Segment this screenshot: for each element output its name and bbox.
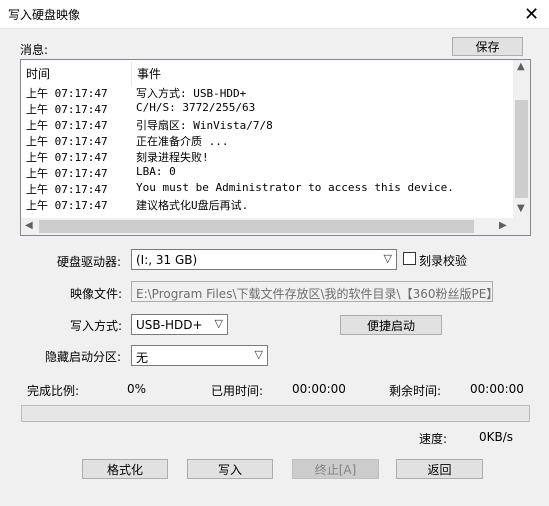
message-rows: 上午 07:17:47 写入方式: USB-HDD+ 上午 07:17:47 C/H/…	[21, 85, 513, 220]
list-item[interactable]: 上午 07:17:47 LBA: 0	[21, 165, 511, 181]
list-item[interactable]: 上午 07:17:47 建议格式化U盘后再试.	[21, 197, 511, 213]
message-time: 上午 07:17:47	[26, 103, 108, 116]
message-time: 上午 07:17:47	[26, 87, 108, 100]
message-time: 上午 07:17:47	[26, 199, 108, 212]
list-item[interactable]: 上午 07:17:47 刻录进程失败!	[21, 149, 511, 165]
message-event: 正在准备介质 ...	[136, 135, 229, 148]
close-icon[interactable]: ✕	[514, 0, 549, 28]
list-item[interactable]: 上午 07:17:47 写入方式: USB-HDD+	[21, 85, 511, 101]
format-button[interactable]: 格式化	[82, 459, 168, 479]
abort-button[interactable]: 终止[A]	[292, 459, 379, 479]
elapsed-label: 已用时间:	[211, 384, 264, 398]
column-divider[interactable]	[131, 62, 132, 86]
progress-bar	[21, 405, 530, 422]
window-title: 写入硬盘映像	[8, 8, 81, 22]
speed-label: 速度:	[419, 432, 448, 446]
write-mode-label: 写入方式:	[70, 319, 123, 333]
column-header-event[interactable]: 事件	[137, 65, 161, 82]
save-button[interactable]: 保存	[452, 37, 523, 56]
messages-label: 消息:	[20, 43, 49, 57]
scroll-left-icon[interactable]: ◀	[25, 220, 33, 231]
chevron-down-icon: ▽	[383, 252, 392, 265]
image-file-field[interactable]: E:\Program Files\下载文件存放区\我的软件目录\【360粉丝版P…	[131, 281, 493, 302]
message-event: LBA: 0	[136, 165, 176, 178]
column-header-time[interactable]: 时间	[26, 65, 50, 82]
complete-label: 完成比例:	[27, 384, 80, 398]
write-mode-value: USB-HDD+	[136, 318, 203, 332]
scroll-up-icon[interactable]: ▲	[517, 61, 525, 72]
message-event: 刻录进程失败!	[136, 151, 209, 164]
message-event: 建议格式化U盘后再试.	[136, 199, 249, 212]
hidden-partition-value: 无	[136, 351, 149, 365]
remaining-value: 00:00:00	[470, 382, 524, 396]
horizontal-scroll-thumb[interactable]	[39, 220, 474, 233]
message-list[interactable]: 时间 事件 上午 07:17:47 写入方式: USB-HDD+ 上午 07:17:…	[20, 59, 531, 236]
message-time: 上午 07:17:47	[26, 119, 108, 132]
message-event: 写入方式: USB-HDD+	[136, 87, 247, 100]
list-item[interactable]: 上午 07:17:47 引导扇区: WinVista/7/8	[21, 117, 511, 133]
quick-boot-button[interactable]: 便捷启动	[340, 315, 442, 335]
chevron-down-icon: ▽	[214, 317, 223, 330]
message-event: C/H/S: 3772/255/63	[136, 101, 256, 114]
image-file-value: E:\Program Files\下载文件存放区\我的软件目录\【360粉丝版P…	[136, 287, 493, 301]
verify-checkbox[interactable]	[403, 252, 416, 265]
speed-value: 0KB/s	[479, 430, 514, 444]
message-time: 上午 07:17:47	[26, 151, 108, 164]
drive-select[interactable]: (I:, 31 GB) ▽	[131, 249, 397, 270]
message-time: 上午 07:17:47	[26, 167, 108, 180]
drive-value: (I:, 31 GB)	[136, 253, 198, 267]
scroll-down-icon[interactable]: ▼	[517, 203, 525, 214]
remaining-label: 剩余时间:	[389, 384, 442, 398]
elapsed-value: 00:00:00	[292, 382, 346, 396]
back-button[interactable]: 返回	[396, 459, 483, 479]
write-mode-select[interactable]: USB-HDD+ ▽	[131, 314, 228, 335]
hidden-partition-select[interactable]: 无 ▽	[131, 345, 268, 366]
vertical-scrollbar[interactable]: ▲ ▼	[513, 60, 530, 219]
chevron-down-icon: ▽	[254, 348, 263, 361]
scroll-corner	[513, 218, 530, 235]
list-item[interactable]: 上午 07:17:47 You must be Administrator to …	[21, 181, 511, 197]
list-item[interactable]: 上午 07:17:47 C/H/S: 3772/255/63	[21, 101, 511, 117]
complete-value: 0%	[127, 382, 147, 396]
vertical-scroll-thumb[interactable]	[515, 100, 528, 198]
drive-label: 硬盘驱动器:	[57, 255, 122, 269]
scroll-right-icon[interactable]: ▶	[499, 220, 507, 231]
message-time: 上午 07:17:47	[26, 135, 108, 148]
write-button[interactable]: 写入	[187, 459, 273, 479]
list-item[interactable]: 上午 07:17:47 正在准备介质 ...	[21, 133, 511, 149]
verify-label[interactable]: 刻录校验	[419, 252, 467, 269]
message-event: 引导扇区: WinVista/7/8	[136, 119, 273, 132]
image-file-label: 映像文件:	[70, 287, 123, 301]
list-header: 时间 事件	[21, 60, 513, 86]
hidden-partition-label: 隐藏启动分区:	[45, 350, 122, 364]
message-event: You must be Administrator to access this…	[136, 181, 454, 194]
message-time: 上午 07:17:47	[26, 183, 108, 196]
title-bar: 写入硬盘映像 ✕	[0, 0, 549, 29]
horizontal-scrollbar[interactable]: ◀ ▶	[21, 218, 513, 235]
